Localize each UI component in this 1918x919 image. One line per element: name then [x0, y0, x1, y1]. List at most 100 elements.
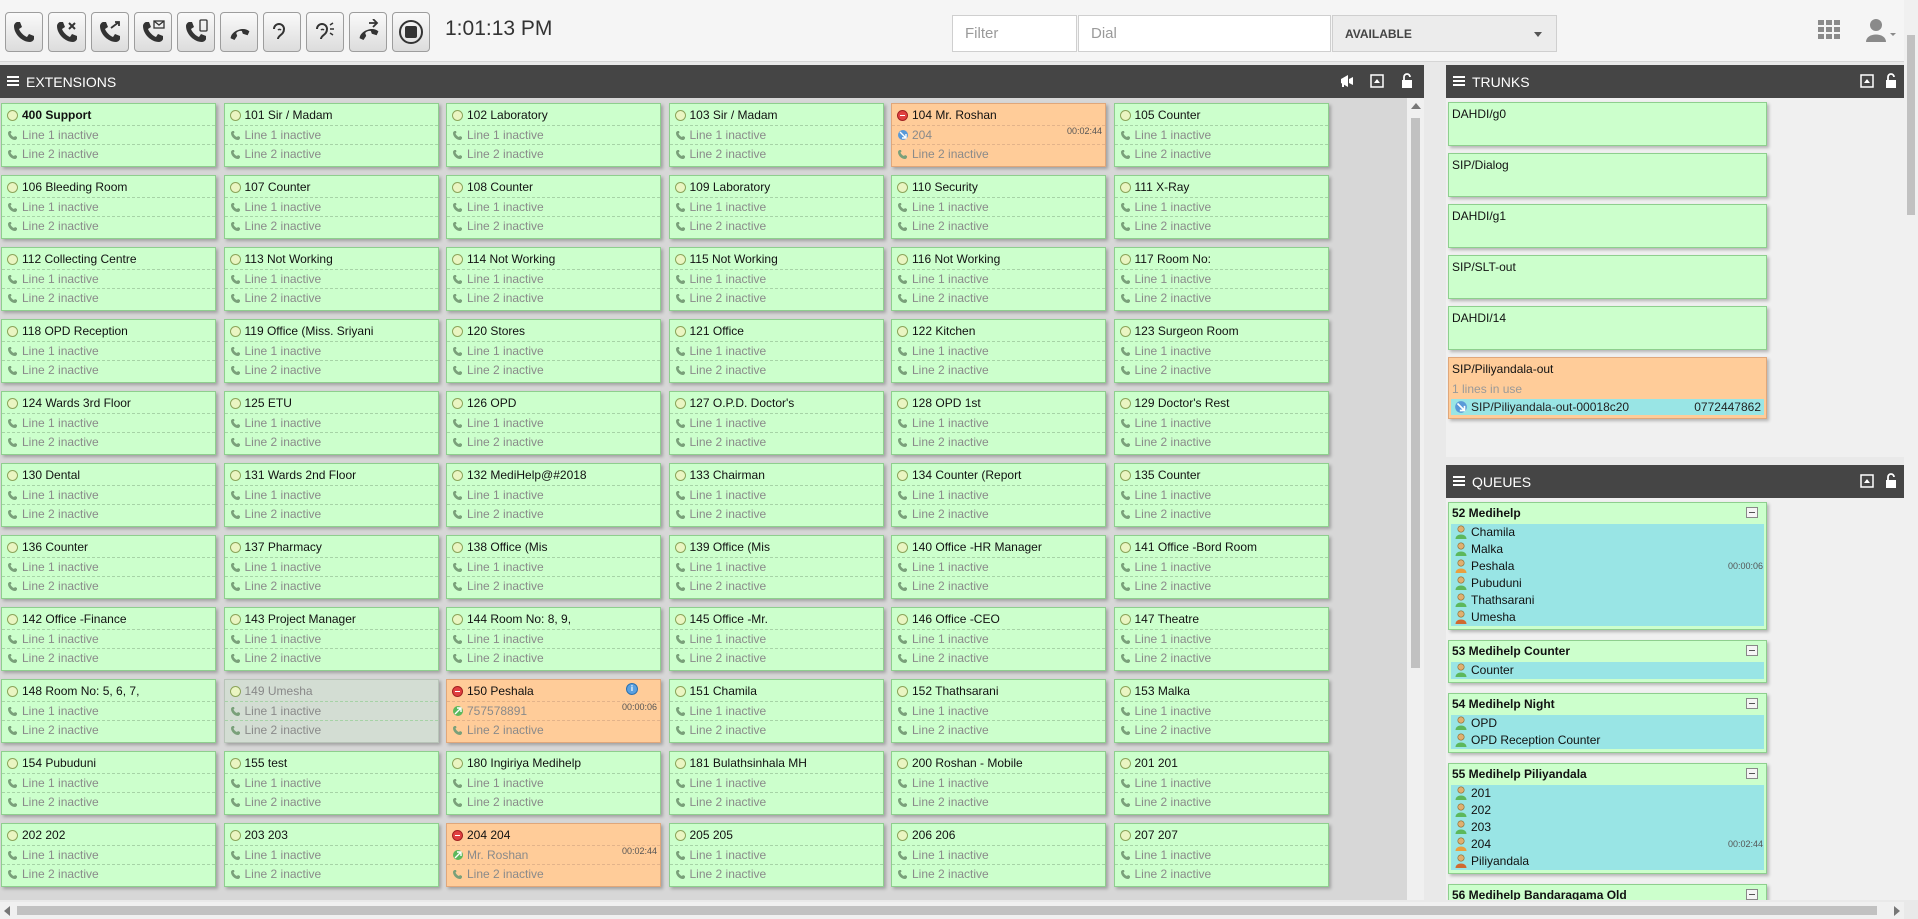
- extension-card[interactable]: 154 Pubuduni Line 1 inactive Line 2 inacti…: [1, 751, 216, 815]
- trunk-card[interactable]: SIP/SLT-out: [1448, 255, 1767, 299]
- collapse-icon[interactable]: [1746, 768, 1758, 779]
- trunk-card[interactable]: SIP/Dialog: [1448, 153, 1767, 197]
- extension-card[interactable]: 106 Bleeding Room Line 1 inactive Line 2 i…: [1, 175, 216, 239]
- listen-button[interactable]: [263, 12, 301, 52]
- extension-card[interactable]: 145 Office -Mr. Line 1 inactive Line 2 ina…: [668, 607, 884, 671]
- queue-member[interactable]: Thathsarani: [1451, 592, 1764, 609]
- extensions-scrollbar[interactable]: [1407, 98, 1424, 900]
- extension-card[interactable]: 117 Room No: Line 1 inactive Line 2 inacti…: [1113, 247, 1329, 311]
- queue-member[interactable]: 202: [1451, 802, 1764, 819]
- dial-button[interactable]: [5, 12, 43, 52]
- collapse-icon[interactable]: [1746, 645, 1758, 656]
- extension-card[interactable]: 144 Room No: 8, 9, Line 1 inactive Line 2 …: [446, 607, 661, 671]
- hangup-button[interactable]: [48, 12, 86, 52]
- trunk-channel[interactable]: SIP/Piliyandala-out-00018c20 0772447862: [1451, 399, 1764, 415]
- extension-card[interactable]: 105 Counter Line 1 inactive Line 2 inactiv…: [1113, 103, 1329, 167]
- trunk-card[interactable]: DAHDI/14: [1448, 306, 1767, 350]
- queue-member[interactable]: OPD Reception Counter: [1451, 732, 1764, 749]
- user-menu-icon[interactable]: [1866, 18, 1896, 42]
- extension-card[interactable]: 155 test Line 1 inactive Line 2 inactive: [223, 751, 439, 815]
- extension-card[interactable]: 135 Counter Line 1 inactive Line 2 inactiv…: [1113, 463, 1329, 527]
- extension-card[interactable]: 107 Counter Line 1 inactive Line 2 inactiv…: [223, 175, 439, 239]
- queue-member[interactable]: Umesha: [1451, 609, 1764, 626]
- extension-card[interactable]: 180 Ingiriya Medihelp Line 1 inactive Line…: [446, 751, 661, 815]
- unlock-icon[interactable]: [1399, 73, 1415, 89]
- extension-card[interactable]: 116 Not Working Line 1 inactive Line 2 ina…: [891, 247, 1106, 311]
- extension-card[interactable]: 119 Office (Miss. Sriyani Line 1 inactive…: [223, 319, 439, 383]
- extension-card[interactable]: 103 Sir / Madam Line 1 inactive Line 2 ina…: [668, 103, 884, 167]
- record-button[interactable]: [392, 12, 430, 52]
- scroll-up-icon[interactable]: [1411, 103, 1421, 109]
- extension-card[interactable]: 400 Support Line 1 inactive Line 2 inactiv…: [1, 103, 216, 167]
- queue-member[interactable]: Peshala: [1451, 558, 1764, 575]
- extension-card[interactable]: 140 Office -HR Manager Line 1 inactive Lin…: [891, 535, 1106, 599]
- extension-card[interactable]: 124 Wards 3rd Floor Line 1 inactive Line 2…: [1, 391, 216, 455]
- scroll-thumb[interactable]: [1907, 35, 1915, 215]
- extension-card[interactable]: 142 Office -Finance Line 1 inactive Line 2…: [1, 607, 216, 671]
- page-scrollbar-horizontal[interactable]: [0, 902, 1904, 919]
- extension-card[interactable]: 114 Not Working Line 1 inactive Line 2 ina…: [446, 247, 661, 311]
- extension-card[interactable]: 136 Counter Line 1 inactive Line 2 inactiv…: [1, 535, 216, 599]
- queue-member[interactable]: Counter: [1451, 662, 1764, 679]
- extension-card[interactable]: 151 Chamila Line 1 inactive Line 2 inactiv…: [668, 679, 884, 743]
- extension-card[interactable]: 203 203 Line 1 inactive Line 2 inactive: [223, 823, 439, 887]
- extension-card[interactable]: 207 207 Line 1 inactive Line 2 inactive: [1113, 823, 1329, 887]
- info-icon[interactable]: i: [626, 683, 638, 695]
- extension-card[interactable]: 104 Mr. Roshan 00:02:44 204 Line 2 inactive: [891, 103, 1106, 167]
- filter-input[interactable]: [952, 15, 1077, 52]
- menu-icon[interactable]: [7, 76, 19, 86]
- extension-card[interactable]: 110 Security Line 1 inactive Line 2 inacti…: [891, 175, 1106, 239]
- voicemail-button[interactable]: [134, 12, 172, 52]
- scroll-thumb[interactable]: [17, 906, 1877, 915]
- dial-input[interactable]: [1078, 15, 1331, 52]
- extension-card[interactable]: 130 Dental Line 1 inactive Line 2 inactive: [1, 463, 216, 527]
- extension-card[interactable]: 153 Malka Line 1 inactive Line 2 inactive: [1113, 679, 1329, 743]
- extension-card[interactable]: 139 Office (Mis Line 1 inactive Line 2 ina…: [668, 535, 884, 599]
- extension-card[interactable]: 126 OPD Line 1 inactive Line 2 inactive: [446, 391, 661, 455]
- extension-card[interactable]: 141 Office -Bord Room Line 1 inactive Line…: [1113, 535, 1329, 599]
- whisper-button[interactable]: [306, 12, 344, 52]
- queue-card[interactable]: 53 Medihelp Counter Counter: [1448, 640, 1767, 683]
- extension-card[interactable]: 149 Umesha Line 1 inactive Line 2 inactive: [223, 679, 439, 743]
- collapse-icon[interactable]: [1746, 507, 1758, 518]
- queue-member[interactable]: Chamila: [1451, 524, 1764, 541]
- transfer-button[interactable]: [91, 12, 129, 52]
- extension-card[interactable]: 127 O.P.D. Doctor's Line 1 inactive Line 2…: [668, 391, 884, 455]
- extension-card[interactable]: 133 Chairman Line 1 inactive Line 2 inacti…: [668, 463, 884, 527]
- extension-card[interactable]: 112 Collecting Centre Line 1 inactive Line…: [1, 247, 216, 311]
- queue-member[interactable]: 203: [1451, 819, 1764, 836]
- extension-card[interactable]: 101 Sir / Madam Line 1 inactive Line 2 ina…: [223, 103, 439, 167]
- unlock-icon[interactable]: [1883, 73, 1899, 89]
- extension-card[interactable]: 143 Project Manager Line 1 inactive Line 2…: [223, 607, 439, 671]
- extension-card[interactable]: 109 Laboratory Line 1 inactive Line 2 inac…: [668, 175, 884, 239]
- queue-member[interactable]: Piliyandala: [1451, 853, 1764, 870]
- extension-card[interactable]: 134 Counter (Report Line 1 inactive Line 2…: [891, 463, 1106, 527]
- extension-card[interactable]: 123 Surgeon Room Line 1 inactive Line 2 in…: [1113, 319, 1329, 383]
- mobile-transfer-button[interactable]: [177, 12, 215, 52]
- queue-member[interactable]: Malka: [1451, 541, 1764, 558]
- extension-card[interactable]: 111 X-Ray Line 1 inactive Line 2 inactive: [1113, 175, 1329, 239]
- status-select[interactable]: AVAILABLE: [1332, 15, 1557, 52]
- extension-card[interactable]: 148 Room No: 5, 6, 7, Line 1 inactive Line…: [1, 679, 216, 743]
- extension-card[interactable]: 120 Stores Line 1 inactive Line 2 inactive: [446, 319, 661, 383]
- queue-member[interactable]: 204: [1451, 836, 1764, 853]
- extension-card[interactable]: 137 Pharmacy Line 1 inactive Line 2 inacti…: [223, 535, 439, 599]
- queue-card[interactable]: 56 Medihelp Bandaragama Old: [1448, 884, 1767, 900]
- extension-card[interactable]: 102 Laboratory Line 1 inactive Line 2 inac…: [446, 103, 661, 167]
- park-button[interactable]: [349, 12, 387, 52]
- megaphone-icon[interactable]: [1339, 73, 1355, 89]
- extension-card[interactable]: 205 205 Line 1 inactive Line 2 inactive: [668, 823, 884, 887]
- extension-card[interactable]: 113 Not Working Line 1 inactive Line 2 ina…: [223, 247, 439, 311]
- menu-icon[interactable]: [1453, 76, 1465, 86]
- scroll-thumb[interactable]: [1411, 118, 1420, 668]
- extension-card[interactable]: 129 Doctor's Rest Line 1 inactive Line 2 i…: [1113, 391, 1329, 455]
- scroll-left-icon[interactable]: [4, 906, 10, 916]
- trunk-card[interactable]: SIP/Piliyandala-out 1 lines in use SIP/Pil…: [1448, 357, 1767, 419]
- extension-card[interactable]: 108 Counter Line 1 inactive Line 2 inactiv…: [446, 175, 661, 239]
- queue-member[interactable]: OPD: [1451, 715, 1764, 732]
- unlock-icon[interactable]: [1883, 473, 1899, 489]
- extension-card[interactable]: 200 Roshan - Mobile Line 1 inactive Line 2…: [891, 751, 1106, 815]
- extension-card[interactable]: 146 Office -CEO Line 1 inactive Line 2 ina…: [891, 607, 1106, 671]
- extension-card[interactable]: 206 206 Line 1 inactive Line 2 inactive: [891, 823, 1106, 887]
- extension-card[interactable]: 150 Peshala i 00:00:06 757578891 Line 2 inac…: [446, 679, 661, 743]
